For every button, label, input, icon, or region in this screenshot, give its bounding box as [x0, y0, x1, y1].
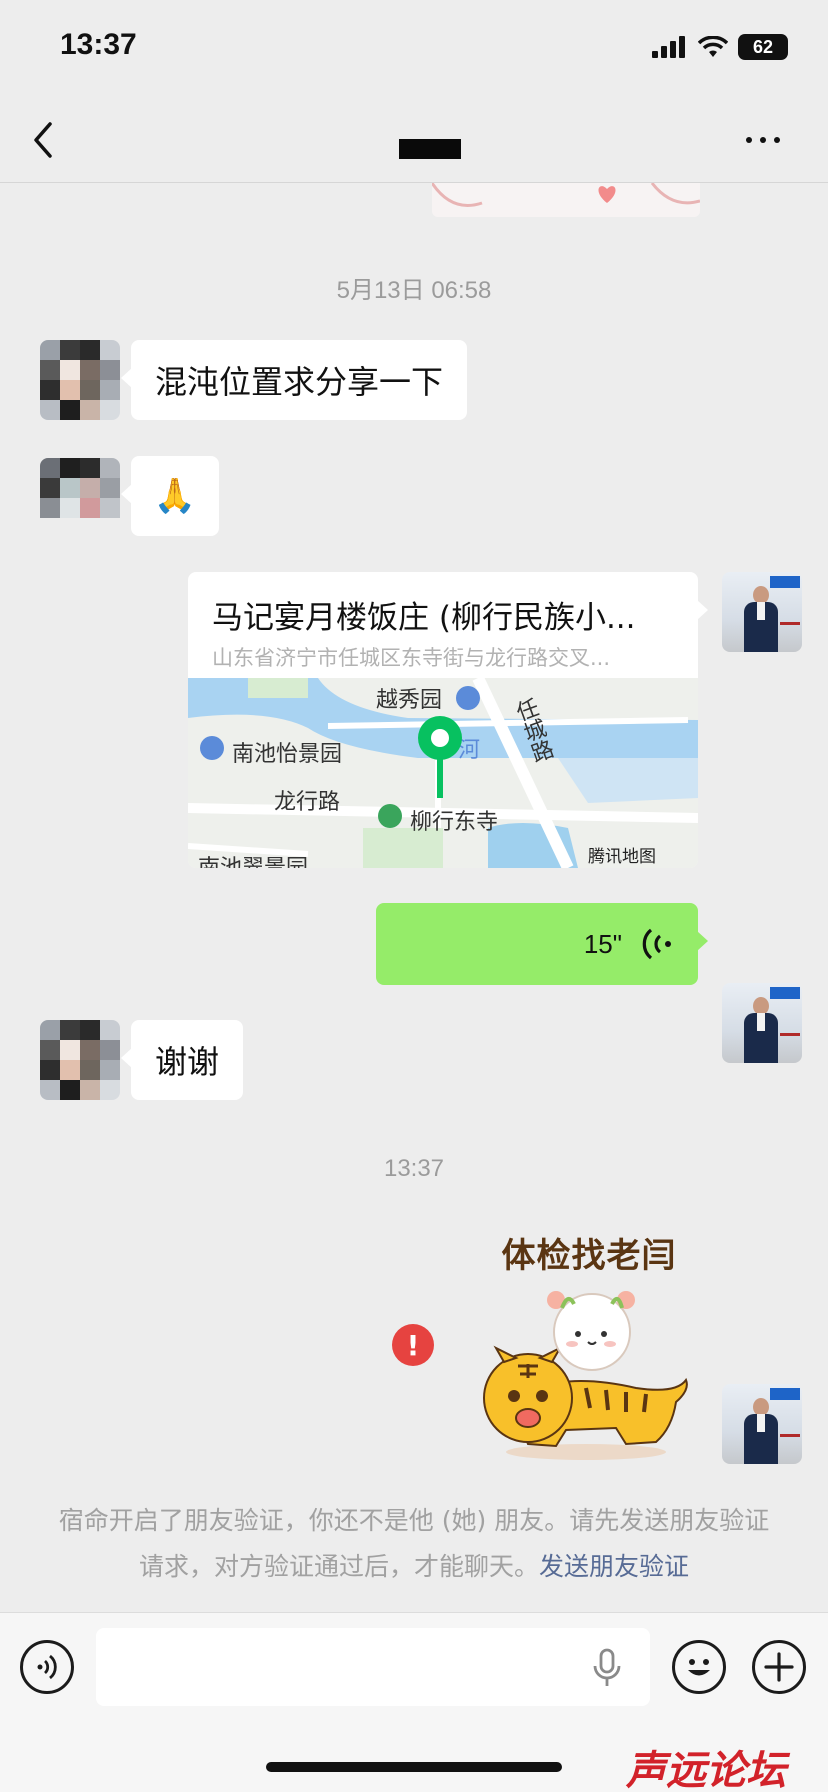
voice-mode-icon	[37, 1654, 57, 1680]
send-friend-request-link[interactable]: 发送朋友验证	[539, 1552, 689, 1581]
sticker-caption: 体检找老闫	[501, 1236, 677, 1276]
contact-avatar[interactable]	[40, 340, 120, 420]
map-poi-icon	[200, 736, 224, 760]
sticker-message[interactable]: 体检找老闫	[476, 1228, 702, 1464]
chevron-left-icon	[34, 122, 52, 158]
map-poi-icon	[456, 686, 480, 710]
contact-avatar[interactable]	[40, 458, 120, 538]
voice-duration: 15"	[583, 929, 622, 959]
message-input[interactable]	[96, 1628, 650, 1706]
self-avatar[interactable]	[722, 1384, 802, 1464]
timestamp: 13:37	[383, 1155, 445, 1182]
pray-emoji: 🙏	[153, 476, 197, 516]
more-button[interactable]	[746, 128, 794, 152]
incoming-message-bubble[interactable]: 谢谢	[120, 1020, 244, 1100]
incoming-emoji-bubble[interactable]: 🙏	[121, 456, 219, 536]
header-divider	[0, 182, 828, 183]
battery-icon: 62	[738, 34, 788, 60]
more-dots-icon	[746, 137, 752, 143]
incoming-message-bubble[interactable]: 混沌位置求分享一下	[120, 340, 468, 420]
contact-avatar[interactable]	[40, 1020, 120, 1100]
self-avatar[interactable]	[722, 572, 802, 652]
map-poi-icon	[378, 804, 402, 828]
back-button[interactable]	[24, 118, 64, 162]
microphone-icon	[593, 1648, 621, 1686]
friend-verification-notice: 宿命开启了朋友验证，你还不是他 (她) 朋友。请先发送朋友验证请求，对方验证通过…	[50, 1498, 778, 1590]
chat-title-redacted	[399, 139, 461, 159]
location-address: 山东省济宁市任城区东寺街与龙行路交叉...	[212, 646, 611, 670]
map-label: 南池怡景园	[232, 742, 343, 767]
microphone-button[interactable]	[592, 1648, 622, 1688]
voice-mode-button[interactable]	[20, 1640, 74, 1694]
wifi-icon	[698, 36, 728, 57]
home-indicator	[266, 1762, 562, 1772]
location-card[interactable]: 马记宴月楼饭庄 (柳行民族小... 山东省济宁市任城区东寺街与龙行路交叉... …	[188, 572, 708, 868]
status-time: 13:37	[60, 28, 137, 61]
map-label: 南池翠景园	[198, 850, 308, 868]
plus-button[interactable]	[752, 1640, 806, 1694]
message-text: 谢谢	[155, 1043, 220, 1081]
watermark-logo: 声远论坛	[626, 1748, 786, 1792]
heart-icon	[432, 183, 700, 207]
emoji-icon	[688, 1659, 710, 1676]
location-title: 马记宴月楼饭庄 (柳行民族小...	[212, 600, 636, 636]
status-icons: 62	[652, 34, 788, 60]
tiger-sticker-image	[483, 1291, 688, 1460]
message-text: 混沌位置求分享一下	[155, 363, 444, 401]
plus-icon	[764, 1652, 794, 1682]
self-avatar[interactable]	[722, 983, 802, 1063]
location-pin-icon	[418, 716, 462, 798]
map-provider: 腾讯地图	[588, 847, 656, 867]
map-label: 越秀园	[376, 688, 443, 713]
voice-message-bubble[interactable]: 15"	[376, 903, 708, 985]
voice-wave-icon	[642, 928, 671, 960]
signal-icon	[652, 36, 685, 58]
send-failed-icon[interactable]: !	[392, 1324, 434, 1366]
emoji-button[interactable]	[672, 1640, 726, 1694]
map-label: 龙行路	[274, 790, 341, 815]
timestamp: 5月13日 06:58	[336, 277, 492, 304]
map-label: 柳行东寺	[410, 810, 499, 835]
location-map[interactable]: 越秀园 南池怡景园 任城路 河 龙行路 柳行东寺 南池翠景园 腾讯地图	[188, 678, 698, 868]
previous-sticker-partial[interactable]	[432, 183, 700, 217]
